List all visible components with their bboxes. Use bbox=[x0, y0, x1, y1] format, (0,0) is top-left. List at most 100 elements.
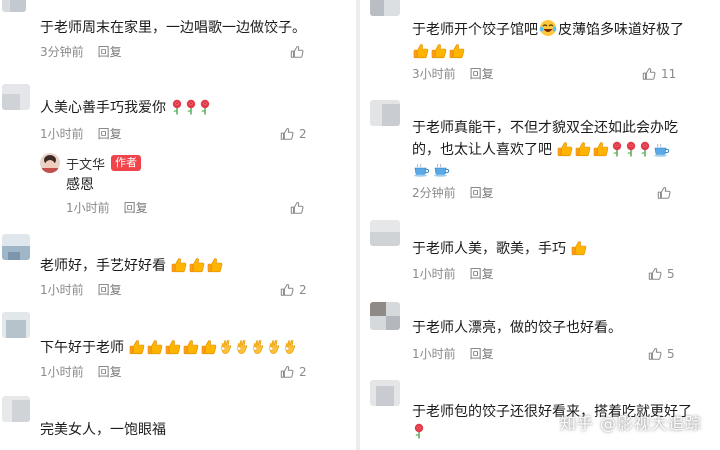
comment-text-line: 老师好，手艺好好看 bbox=[40, 254, 224, 279]
comment-text: 于老师人美，歌美，手巧 bbox=[412, 241, 566, 257]
comment-time: 2分钟前 bbox=[412, 186, 456, 200]
right-comment-column: 于老师开个饺子馆吧 皮薄馅多味道好极了 3小时前 回复 11 于老师真能干，不但才貌… bbox=[360, 0, 720, 450]
like-button[interactable]: 11 bbox=[642, 66, 676, 82]
comment-text-continued: 的，也太让人喜欢了吧 bbox=[412, 142, 552, 158]
comment-text-continued: 皮薄馅多味道好极了 bbox=[558, 22, 684, 38]
rose-emoji bbox=[171, 99, 183, 115]
avatar[interactable] bbox=[2, 84, 30, 110]
comment-time: 3分钟前 bbox=[40, 45, 84, 59]
comment-time: 1小时前 bbox=[412, 267, 456, 281]
reply-button[interactable]: 回复 bbox=[124, 201, 148, 215]
thumbs-up-emoji bbox=[413, 43, 429, 59]
thumbs-up-emoji bbox=[571, 240, 587, 256]
comment-item: 于老师人漂亮，做的饺子也好看。 1小时前 回复 5 bbox=[360, 298, 720, 374]
rose-emoji bbox=[639, 141, 651, 157]
ok-hand-emoji bbox=[235, 339, 249, 355]
thumbs-up-icon bbox=[280, 128, 294, 140]
thumbs-up-icon bbox=[280, 366, 294, 378]
comment-meta: 1小时前 回复 bbox=[412, 346, 494, 362]
reply-button[interactable]: 回复 bbox=[470, 67, 494, 81]
thumbs-up-emoji bbox=[201, 339, 217, 355]
rose-emoji bbox=[625, 141, 637, 157]
comment-meta: 3小时前 回复 bbox=[412, 66, 494, 82]
avatar[interactable] bbox=[2, 312, 30, 338]
emoji-line bbox=[412, 158, 452, 183]
comment-text: 下午好于老师 bbox=[40, 340, 124, 356]
comment-text: 于老师人漂亮，做的饺子也好看。 bbox=[412, 320, 622, 336]
emoji-row bbox=[170, 99, 212, 116]
avatar[interactable] bbox=[370, 380, 400, 406]
comment-meta: 1小时前 回复 bbox=[40, 126, 122, 142]
avatar[interactable] bbox=[370, 302, 400, 330]
thumbs-up-icon bbox=[657, 187, 671, 199]
comment-time: 1小时前 bbox=[412, 347, 456, 361]
ok-hand-emoji bbox=[283, 339, 297, 355]
left-comment-column: 于老师周末在家里，一边唱歌一边做饺子。 3分钟前 回复 人美心善手巧我爱你 1小时… bbox=[0, 0, 356, 450]
like-count: 5 bbox=[667, 267, 675, 281]
thumbs-up-emoji bbox=[557, 141, 573, 157]
comment-item: 于老师周末在家里，一边唱歌一边做饺子。 3分钟前 回复 bbox=[0, 0, 356, 70]
like-count: 2 bbox=[299, 127, 307, 141]
comment-item: 完美女人，一饱眼福 bbox=[0, 390, 356, 450]
like-button[interactable]: 2 bbox=[280, 126, 307, 142]
author-avatar[interactable] bbox=[40, 153, 60, 173]
like-button[interactable]: 2 bbox=[280, 364, 307, 380]
reply-button[interactable]: 回复 bbox=[98, 127, 122, 141]
reply-button[interactable]: 回复 bbox=[98, 45, 122, 59]
comment-text-line: 人美心善手巧我爱你 bbox=[40, 96, 212, 121]
like-button[interactable] bbox=[290, 200, 304, 216]
emoji-line bbox=[412, 420, 426, 445]
comment-time: 1小时前 bbox=[40, 283, 84, 297]
like-button[interactable]: 2 bbox=[280, 282, 307, 298]
author-name[interactable]: 于文华 bbox=[66, 154, 105, 173]
thumbs-up-emoji bbox=[593, 141, 609, 157]
emoji-row bbox=[128, 340, 298, 356]
rose-emoji bbox=[185, 99, 197, 115]
thumbs-up-emoji bbox=[183, 339, 199, 355]
thumbs-up-icon bbox=[290, 202, 304, 214]
like-button[interactable] bbox=[657, 185, 671, 201]
emoji-line bbox=[412, 40, 466, 65]
comment-meta: 1小时前 回复 bbox=[412, 266, 494, 282]
emoji-row bbox=[412, 44, 466, 60]
ok-hand-emoji bbox=[267, 339, 281, 355]
emoji-row bbox=[570, 241, 588, 257]
thumbs-up-icon bbox=[290, 46, 304, 58]
avatar[interactable] bbox=[2, 0, 26, 12]
comment-text: 老师好，手艺好好看 bbox=[40, 258, 166, 274]
thumbs-up-emoji bbox=[129, 339, 145, 355]
thumbs-up-emoji bbox=[575, 141, 591, 157]
like-button[interactable]: 5 bbox=[648, 346, 675, 362]
reply-button[interactable]: 回复 bbox=[98, 283, 122, 297]
thumbs-up-emoji bbox=[207, 257, 223, 273]
comment-item: 人美心善手巧我爱你 1小时前 回复 2 bbox=[0, 76, 356, 148]
reply-button[interactable]: 回复 bbox=[470, 347, 494, 361]
like-button[interactable] bbox=[290, 44, 304, 60]
thumbs-up-emoji bbox=[147, 339, 163, 355]
thumbs-up-emoji bbox=[165, 339, 181, 355]
emoji-row bbox=[170, 258, 224, 274]
reply-button[interactable]: 回复 bbox=[470, 186, 494, 200]
teacup-emoji bbox=[413, 161, 431, 177]
comment-time: 3小时前 bbox=[412, 67, 456, 81]
thumbs-up-emoji bbox=[171, 257, 187, 273]
avatar[interactable] bbox=[370, 0, 400, 16]
thumbs-up-icon bbox=[642, 68, 656, 80]
avatar[interactable] bbox=[370, 220, 400, 246]
reply-button[interactable]: 回复 bbox=[98, 365, 122, 379]
comment-meta: 3分钟前 回复 bbox=[40, 44, 122, 60]
thumbs-up-emoji bbox=[449, 43, 465, 59]
comment-item: 于老师开个饺子馆吧 皮薄馅多味道好极了 3小时前 回复 11 bbox=[360, 0, 720, 88]
comment-item: 于老师人美，歌美，手巧 1小时前 回复 5 bbox=[360, 214, 720, 290]
like-button[interactable]: 5 bbox=[648, 266, 675, 282]
avatar[interactable] bbox=[2, 396, 30, 422]
avatar[interactable] bbox=[2, 234, 30, 260]
reply-button[interactable]: 回复 bbox=[470, 267, 494, 281]
rose-emoji bbox=[199, 99, 211, 115]
comment-time: 1小时前 bbox=[66, 201, 110, 215]
like-count: 2 bbox=[299, 283, 307, 297]
like-count: 2 bbox=[299, 365, 307, 379]
like-count: 11 bbox=[661, 67, 677, 81]
avatar[interactable] bbox=[370, 100, 400, 126]
comment-time: 1小时前 bbox=[40, 365, 84, 379]
